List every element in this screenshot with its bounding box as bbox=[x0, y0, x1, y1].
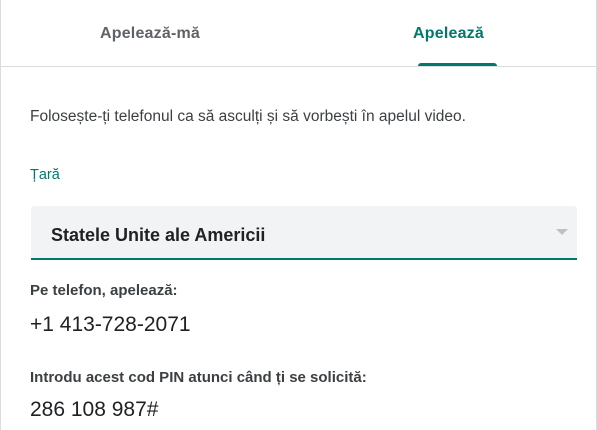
tab-bar: Apelează-mă Apelează bbox=[1, 0, 597, 67]
phone-label: Pe telefon, apelează: bbox=[30, 282, 178, 299]
active-tab-indicator bbox=[418, 63, 497, 66]
tab-call-me[interactable]: Apelează-mă bbox=[1, 0, 299, 67]
country-select-value: Statele Unite ale Americii bbox=[51, 225, 266, 245]
instructions-text: Folosește-ți telefonul ca să asculți și … bbox=[30, 108, 466, 125]
chevron-down-icon[interactable] bbox=[556, 229, 568, 235]
tab-call[interactable]: Apelează bbox=[299, 0, 597, 67]
country-label: Țară bbox=[30, 167, 60, 183]
pin-label: Introdu acest cod PIN atunci când ți se … bbox=[30, 369, 367, 386]
country-select[interactable]: Statele Unite ale Americii bbox=[31, 206, 577, 260]
phone-number: +1 413-728-2071 bbox=[30, 313, 191, 336]
pin-number: 286 108 987# bbox=[30, 398, 159, 421]
dial-in-panel: Apelează-mă Apelează Folosește-ți telefo… bbox=[0, 0, 597, 430]
